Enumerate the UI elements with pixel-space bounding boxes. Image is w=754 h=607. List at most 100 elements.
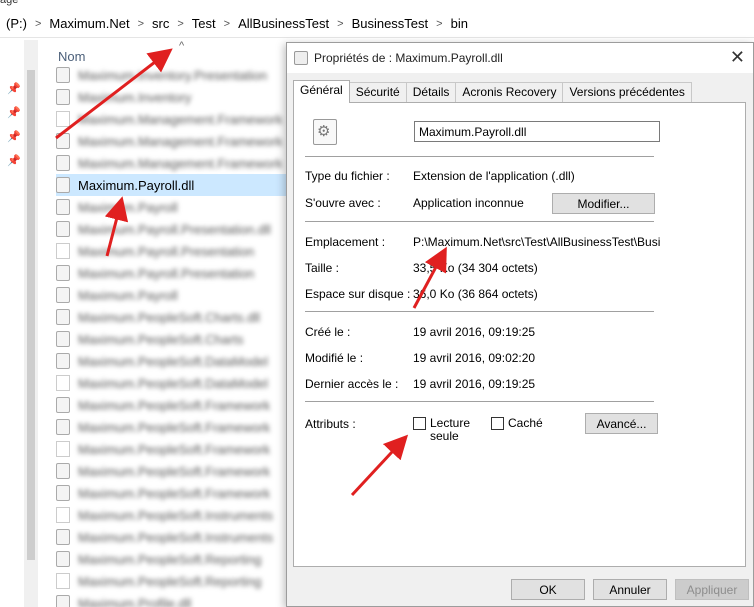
file-name: Maximum.PeopleSoft.Charts.dll — [78, 309, 261, 325]
file-name: Maximum.Payroll — [78, 199, 178, 215]
file-list-item[interactable]: Maximum.PeopleSoft.DataModel — [56, 350, 284, 372]
ok-button[interactable]: OK — [511, 579, 585, 600]
readonly-label-line1: Lecture — [430, 416, 471, 430]
file-icon — [56, 287, 70, 303]
cancel-button[interactable]: Annuler — [593, 579, 667, 600]
tab-g-n-ral[interactable]: Général — [293, 80, 350, 103]
file-name: Maximum.PeopleSoft.Framework — [78, 485, 271, 501]
file-icon — [56, 309, 70, 325]
created-label: Créé le : — [305, 325, 351, 339]
file-list-item[interactable]: Maximum.PeopleSoft.Framework — [56, 394, 284, 416]
file-name: Maximum.Payroll.dll — [78, 177, 195, 193]
file-list-item[interactable]: Maximum.PeopleSoft.Framework — [56, 460, 284, 482]
file-list-item[interactable]: Maximum.Management.Framework — [56, 108, 284, 130]
file-list-item[interactable]: Maximum.PeopleSoft.Reporting — [56, 548, 284, 570]
pin-icon[interactable]: 📌 — [7, 106, 21, 119]
hidden-checkbox[interactable] — [491, 417, 504, 430]
file-icon — [56, 419, 70, 435]
divider — [305, 401, 654, 402]
breadcrumb: (P:) > Maximum.Net > src > Test > AllBusinessTes… — [0, 10, 754, 38]
readonly-checkbox[interactable] — [413, 417, 426, 430]
file-list-item[interactable]: Maximum.Inventory — [56, 86, 284, 108]
tab-versions-pr-c-dentes[interactable]: Versions précédentes — [562, 82, 692, 102]
file-name-field[interactable] — [414, 121, 660, 142]
disk-size-value: 36,0 Ko (36 864 octets) — [413, 287, 538, 301]
sort-ascending-icon: ^ — [179, 40, 185, 52]
modified-label: Modifié le : — [305, 351, 364, 365]
breadcrumb-item[interactable]: bin — [447, 16, 472, 31]
breadcrumb-item[interactable]: AllBusinessTest — [234, 16, 333, 31]
file-name: Maximum.PeopleSoft.Charts — [78, 331, 244, 347]
disk-size-label: Espace sur disque : — [305, 287, 411, 301]
file-icon — [56, 243, 70, 259]
breadcrumb-chevron-icon[interactable]: > — [173, 18, 187, 30]
size-label: Taille : — [305, 261, 340, 275]
opens-with-label: S'ouvre avec : — [305, 196, 381, 210]
type-value: Extension de l'application (.dll) — [413, 169, 575, 183]
file-list-item[interactable]: Maximum.Payroll — [56, 196, 284, 218]
file-list-item[interactable]: Maximum.Inventory.Presentation — [56, 64, 284, 86]
breadcrumb-chevron-icon[interactable]: > — [333, 18, 347, 30]
tab-acronis-recovery[interactable]: Acronis Recovery — [455, 82, 564, 102]
file-icon — [56, 331, 70, 347]
breadcrumb-item[interactable]: BusinessTest — [348, 16, 433, 31]
breadcrumb-chevron-icon[interactable]: > — [220, 18, 234, 30]
file-name: Maximum.PeopleSoft.Framework — [78, 441, 271, 457]
close-icon[interactable]: ✕ — [730, 47, 745, 68]
file-name: Maximum.Management.Framework — [78, 111, 283, 127]
file-name: Maximum.Payroll.Presentation — [78, 243, 255, 259]
file-icon — [56, 353, 70, 369]
file-list-item[interactable]: Maximum.Payroll — [56, 284, 284, 306]
pin-icon[interactable]: 📌 — [7, 130, 21, 143]
file-name: Maximum.Payroll.Presentation — [78, 265, 255, 281]
file-name: Maximum.PeopleSoft.Reporting — [78, 573, 262, 589]
file-name: Maximum.Inventory.Presentation — [78, 67, 268, 83]
file-list-item[interactable]: Maximum.PeopleSoft.Reporting — [56, 570, 284, 592]
file-list-item[interactable]: Maximum.PeopleSoft.DataModel — [56, 372, 284, 394]
file-list-item[interactable]: Maximum.Profile.dll — [56, 592, 284, 607]
file-list-item[interactable]: Maximum.PeopleSoft.Framework — [56, 416, 284, 438]
accessed-label: Dernier accès le : — [305, 377, 399, 391]
file-name: Maximum.Payroll.Presentation.dll — [78, 221, 271, 237]
file-name: Maximum.PeopleSoft.Instruments — [78, 529, 274, 545]
file-icon — [56, 221, 70, 237]
file-list-item[interactable]: Maximum.PeopleSoft.Instruments — [56, 504, 284, 526]
created-value: 19 avril 2016, 09:19:25 — [413, 325, 536, 339]
file-icon — [56, 177, 70, 193]
file-list-item[interactable]: Maximum.Management.Framework — [56, 152, 284, 174]
breadcrumb-chevron-icon[interactable]: > — [134, 18, 148, 30]
file-list-item[interactable]: Maximum.Payroll.dll — [56, 174, 286, 196]
scrollbar-thumb[interactable] — [27, 70, 35, 560]
file-icon — [56, 529, 70, 545]
breadcrumb-item[interactable]: Maximum.Net — [45, 16, 133, 31]
file-list-item[interactable]: Maximum.PeopleSoft.Charts.dll — [56, 306, 284, 328]
file-list-item[interactable]: Maximum.Payroll.Presentation.dll — [56, 218, 284, 240]
pin-icon[interactable]: 📌 — [7, 82, 21, 95]
breadcrumb-item[interactable]: (P:) — [2, 16, 31, 31]
file-icon — [56, 397, 70, 413]
column-header-name[interactable]: Nom — [58, 49, 85, 64]
pin-icon[interactable]: 📌 — [7, 154, 21, 167]
dialog-title: Propriétés de : Maximum.Payroll.dll — [314, 51, 503, 65]
explorer-scrollbar[interactable] — [24, 40, 38, 607]
tab-s-curit-[interactable]: Sécurité — [348, 82, 407, 102]
file-list-item[interactable]: Maximum.PeopleSoft.Charts — [56, 328, 284, 350]
file-icon — [56, 441, 70, 457]
breadcrumb-chevron-icon[interactable]: > — [31, 18, 45, 30]
file-icon — [56, 199, 70, 215]
apply-button[interactable]: Appliquer — [675, 579, 749, 600]
file-list-item[interactable]: Maximum.Payroll.Presentation — [56, 262, 284, 284]
file-list-item[interactable]: Maximum.Management.Framework — [56, 130, 284, 152]
file-list-item[interactable]: Maximum.Payroll.Presentation — [56, 240, 284, 262]
modify-button[interactable]: Modifier... — [552, 193, 655, 214]
file-name: Maximum.PeopleSoft.DataModel — [78, 375, 269, 391]
file-name: Maximum.Payroll — [78, 287, 178, 303]
breadcrumb-item[interactable]: src — [148, 16, 173, 31]
breadcrumb-item[interactable]: Test — [188, 16, 220, 31]
advanced-button[interactable]: Avancé... — [585, 413, 658, 434]
file-list-item[interactable]: Maximum.PeopleSoft.Instruments — [56, 526, 284, 548]
file-list-item[interactable]: Maximum.PeopleSoft.Framework — [56, 438, 284, 460]
breadcrumb-chevron-icon[interactable]: > — [432, 18, 446, 30]
tab-d-tails[interactable]: Détails — [405, 82, 457, 102]
file-list-item[interactable]: Maximum.PeopleSoft.Framework — [56, 482, 284, 504]
